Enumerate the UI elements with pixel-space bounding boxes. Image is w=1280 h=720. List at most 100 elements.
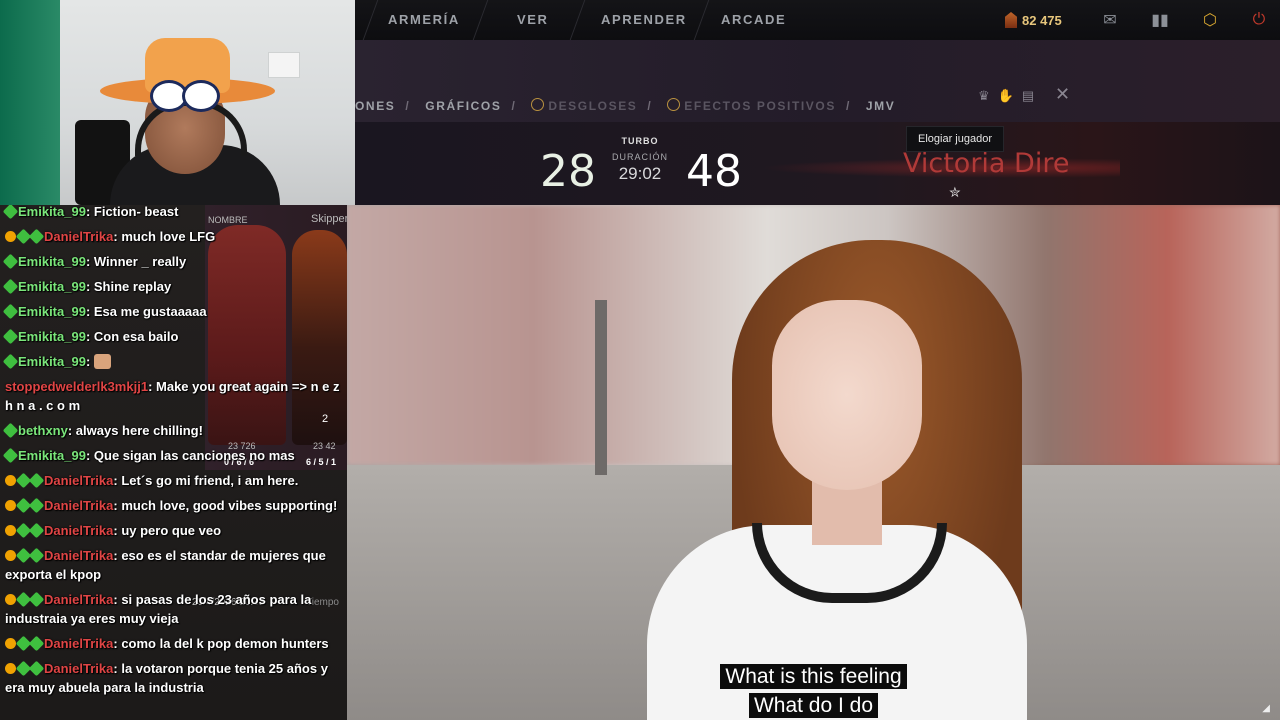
nav-divider xyxy=(569,0,586,40)
shards-currency[interactable]: 82 475 xyxy=(1005,10,1062,30)
chat-colon: : xyxy=(85,254,94,269)
tab-jmv[interactable]: JMV xyxy=(866,99,895,113)
subscriber-badge-icon xyxy=(5,525,16,536)
chat-username[interactable]: Emikita_99 xyxy=(18,448,86,463)
chat-message: Emikita_99: Con esa bailo xyxy=(0,324,347,349)
plus-badge-icon xyxy=(667,98,681,111)
shard-icon xyxy=(1005,12,1017,28)
subscriber-badge-icon xyxy=(5,638,16,649)
plus-badge-icon xyxy=(531,98,545,111)
emote-icon xyxy=(93,354,111,369)
verified-badge-icon xyxy=(28,228,45,245)
chat-text: Fiction- beast xyxy=(93,205,179,219)
chat-username[interactable]: Emikita_99 xyxy=(18,254,86,269)
chat-username[interactable]: DanielTrika xyxy=(44,636,113,651)
chat-username[interactable]: Emikita_99 xyxy=(18,354,86,369)
chat-username[interactable]: stoppedwelderlk3mkjj1 xyxy=(5,379,148,394)
verified-badge-icon xyxy=(2,253,19,270)
verified-badge-icon xyxy=(2,205,19,220)
background-door xyxy=(0,0,60,205)
chat-username[interactable]: Emikita_99 xyxy=(18,279,86,294)
chat-message: stoppedwelderlk3mkjj1: Make you great ag… xyxy=(0,374,347,418)
verified-badge-icon xyxy=(28,660,45,677)
duration-label: DURACIÓN xyxy=(611,152,668,162)
chat-message: DanielTrika: si pasas de los 23 años par… xyxy=(0,587,347,631)
chat-username[interactable]: Emikita_99 xyxy=(18,304,86,319)
armory-icon[interactable]: ▮▮ xyxy=(1149,9,1171,31)
tab-ones[interactable]: ONES xyxy=(355,99,395,113)
clipboard-icon[interactable]: ▤ xyxy=(1022,88,1034,104)
plus-icon[interactable]: ⬡ xyxy=(1199,9,1221,31)
chat-colon: : xyxy=(85,205,94,219)
crown-icon[interactable]: ♛ xyxy=(978,88,990,104)
power-icon[interactable]: ⏻ xyxy=(1248,9,1270,31)
stream-chat: NOMBRE Skipper 2 23 726 23 42 0 / 6 / 6 … xyxy=(0,205,347,720)
chat-colon: : xyxy=(67,423,76,438)
chat-message: DanielTrika: como la del k pop demon hun… xyxy=(0,631,347,656)
webcam-overlay xyxy=(0,0,355,205)
chat-username[interactable]: Emikita_99 xyxy=(18,205,86,219)
tab-desgloses[interactable]: DESGLOSES xyxy=(531,98,637,113)
chat-message: Emikita_99: Shine replay xyxy=(0,274,347,299)
chat-text: Let´s go mi friend, i am here. xyxy=(121,473,299,488)
music-video-player[interactable]: What is this feeling What do I do ◢ xyxy=(347,205,1280,720)
verified-badge-icon xyxy=(28,522,45,539)
nav-item-armeria[interactable]: ARMERÍA xyxy=(388,12,460,27)
nav-divider xyxy=(472,0,489,40)
chat-text: Que sigan las canciones no mas xyxy=(93,448,295,463)
chat-message: DanielTrika: much love, good vibes suppo… xyxy=(0,493,347,518)
chat-username[interactable]: DanielTrika xyxy=(44,661,113,676)
chat-colon: : xyxy=(85,329,94,344)
nav-item-ver[interactable]: VER xyxy=(517,12,549,27)
chat-colon: : xyxy=(85,354,94,369)
chat-message: DanielTrika: much love LFG xyxy=(0,224,347,249)
hand-icon[interactable]: ✋ xyxy=(998,88,1014,104)
channel-watermark: ◢ xyxy=(1262,703,1270,714)
chat-message: DanielTrika: eso es el standar de mujere… xyxy=(0,543,347,587)
subscriber-badge-icon xyxy=(5,500,16,511)
currency-value: 82 475 xyxy=(1022,12,1062,28)
star-icon[interactable]: ✮ xyxy=(949,184,961,201)
subtitle-line-1: What is this feeling xyxy=(347,664,1280,689)
chat-username[interactable]: DanielTrika xyxy=(44,592,113,607)
chat-username[interactable]: DanielTrika xyxy=(44,498,113,513)
duration-value: 29:02 xyxy=(618,164,662,183)
chat-message: Emikita_99: Esa me gustaaaaa xyxy=(0,299,347,324)
chat-colon: : xyxy=(85,279,94,294)
tab-efectos-positivos[interactable]: EFECTOS POSITIVOS xyxy=(667,98,836,113)
subscriber-badge-icon xyxy=(5,231,16,242)
fence-post xyxy=(595,300,607,475)
subscriber-badge-icon xyxy=(5,475,16,486)
game-top-nav: ARMERÍA VER APRENDER ARCADE xyxy=(355,0,1280,40)
nav-item-arcade[interactable]: ARCADE xyxy=(721,12,786,27)
chat-text: Con esa bailo xyxy=(93,329,179,344)
verified-badge-icon xyxy=(2,328,19,345)
chat-username[interactable]: bethxny xyxy=(18,423,68,438)
chat-message: Emikita_99: Winner _ really xyxy=(0,249,347,274)
cowboy-hat xyxy=(100,38,275,112)
chat-username[interactable]: Emikita_99 xyxy=(18,329,86,344)
chat-text: always here chilling! xyxy=(75,423,203,438)
chat-username[interactable]: DanielTrika xyxy=(44,548,113,563)
chat-message: Emikita_99: xyxy=(0,349,347,374)
nav-divider xyxy=(693,0,710,40)
nav-item-aprender[interactable]: APRENDER xyxy=(601,12,687,27)
chat-text: Esa me gustaaaaa xyxy=(93,304,207,319)
chat-username[interactable]: DanielTrika xyxy=(44,229,113,244)
chat-message: Emikita_99: Que sigan las canciones no m… xyxy=(0,443,347,468)
chat-colon: : xyxy=(85,448,94,463)
mail-icon[interactable]: ✉ xyxy=(1099,9,1121,31)
chat-text: Winner _ really xyxy=(93,254,187,269)
close-icon[interactable]: ✕ xyxy=(1055,84,1070,105)
chat-username[interactable]: DanielTrika xyxy=(44,523,113,538)
chat-text: much love, good vibes supporting! xyxy=(121,498,338,513)
verified-badge-icon xyxy=(2,278,19,295)
subscriber-badge-icon xyxy=(5,663,16,674)
chat-message: DanielTrika: la votaron porque tenia 25 … xyxy=(0,656,347,700)
verified-badge-icon xyxy=(28,547,45,564)
tab-graficos[interactable]: GRÁFICOS xyxy=(425,99,501,113)
chat-message: DanielTrika: uy pero que veo xyxy=(0,518,347,543)
subtitle-line-2: What do I do xyxy=(347,693,1280,718)
chat-username[interactable]: DanielTrika xyxy=(44,473,113,488)
subscriber-badge-icon xyxy=(5,594,16,605)
